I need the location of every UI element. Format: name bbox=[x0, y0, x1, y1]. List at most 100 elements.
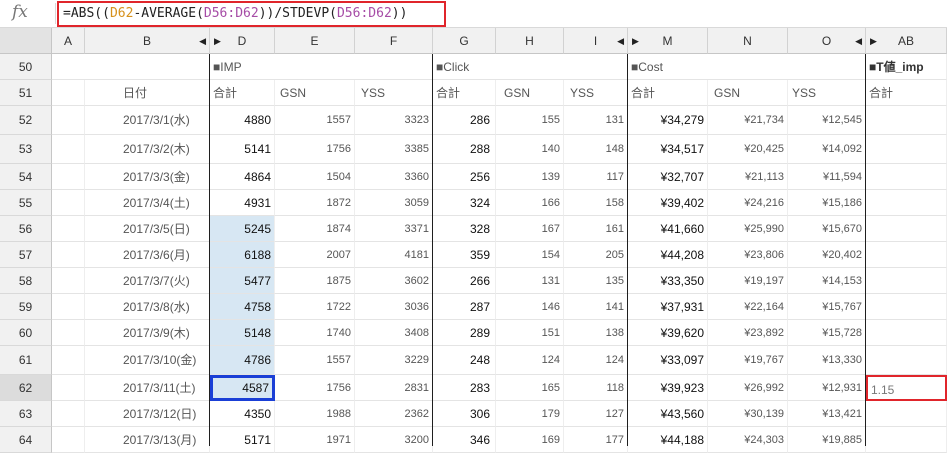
cost-gsn-cell[interactable]: ¥25,990 bbox=[708, 216, 788, 242]
click-gsn-cell[interactable]: 139 bbox=[496, 164, 564, 190]
row-header-60[interactable]: 60 bbox=[0, 320, 52, 346]
subheader-cost-gsn[interactable]: GSN bbox=[708, 80, 788, 106]
click-total-cell[interactable]: 248 bbox=[433, 346, 496, 375]
click-yss-cell[interactable]: 118 bbox=[564, 375, 628, 401]
cost-gsn-cell[interactable]: ¥24,216 bbox=[708, 190, 788, 216]
cost-total-cell[interactable]: ¥44,208 bbox=[628, 242, 708, 268]
imp-gsn-cell[interactable]: 1988 bbox=[275, 401, 355, 427]
imp-total-cell[interactable]: 4587 bbox=[210, 375, 275, 401]
click-total-cell[interactable]: 306 bbox=[433, 401, 496, 427]
subheader-imp-total[interactable]: 合計 bbox=[210, 80, 275, 106]
date-cell[interactable]: 2017/3/1(水) bbox=[85, 106, 210, 135]
t-value-cell[interactable]: 1.15 bbox=[866, 375, 947, 401]
t-value-cell[interactable] bbox=[866, 427, 947, 453]
imp-total-cell[interactable]: 4350 bbox=[210, 401, 275, 427]
cost-total-cell[interactable]: ¥34,279 bbox=[628, 106, 708, 135]
row-header-61[interactable]: 61 bbox=[0, 346, 52, 375]
section-label-t-imp[interactable]: ■T値_imp bbox=[866, 54, 947, 80]
click-gsn-cell[interactable]: 124 bbox=[496, 346, 564, 375]
click-gsn-cell[interactable]: 179 bbox=[496, 401, 564, 427]
imp-gsn-cell[interactable]: 1557 bbox=[275, 106, 355, 135]
expand-right-arrow-icon[interactable]: ◀ bbox=[199, 28, 206, 54]
row-header-50[interactable]: 50 bbox=[0, 54, 52, 80]
cost-yss-cell[interactable]: ¥12,545 bbox=[788, 106, 866, 135]
cell-a56[interactable] bbox=[52, 216, 85, 242]
cost-gsn-cell[interactable]: ¥23,806 bbox=[708, 242, 788, 268]
section-label-imp[interactable]: ■IMP bbox=[210, 54, 433, 80]
imp-total-cell[interactable]: 5141 bbox=[210, 135, 275, 164]
row-header-63[interactable]: 63 bbox=[0, 401, 52, 427]
cell-a63[interactable] bbox=[52, 401, 85, 427]
cell-a59[interactable] bbox=[52, 294, 85, 320]
cost-yss-cell[interactable]: ¥20,402 bbox=[788, 242, 866, 268]
cell-a53[interactable] bbox=[52, 135, 85, 164]
imp-yss-cell[interactable]: 3229 bbox=[355, 346, 433, 375]
click-total-cell[interactable]: 289 bbox=[433, 320, 496, 346]
imp-total-cell[interactable]: 5171 bbox=[210, 427, 275, 453]
cost-total-cell[interactable]: ¥41,660 bbox=[628, 216, 708, 242]
col-header-b[interactable]: B ◀ bbox=[85, 28, 210, 54]
cost-total-cell[interactable]: ¥39,620 bbox=[628, 320, 708, 346]
click-yss-cell[interactable]: 158 bbox=[564, 190, 628, 216]
cost-gsn-cell[interactable]: ¥21,113 bbox=[708, 164, 788, 190]
cost-total-cell[interactable]: ¥44,188 bbox=[628, 427, 708, 453]
imp-total-cell[interactable]: 4758 bbox=[210, 294, 275, 320]
date-cell[interactable]: 2017/3/12(日) bbox=[85, 401, 210, 427]
cost-gsn-cell[interactable]: ¥23,892 bbox=[708, 320, 788, 346]
click-yss-cell[interactable]: 177 bbox=[564, 427, 628, 453]
imp-gsn-cell[interactable]: 1875 bbox=[275, 268, 355, 294]
imp-gsn-cell[interactable]: 1971 bbox=[275, 427, 355, 453]
imp-total-cell[interactable]: 5477 bbox=[210, 268, 275, 294]
t-value-cell[interactable] bbox=[866, 401, 947, 427]
date-cell[interactable]: 2017/3/11(土) bbox=[85, 375, 210, 401]
click-total-cell[interactable]: 328 bbox=[433, 216, 496, 242]
date-cell[interactable]: 2017/3/2(木) bbox=[85, 135, 210, 164]
cost-total-cell[interactable]: ¥39,402 bbox=[628, 190, 708, 216]
imp-gsn-cell[interactable]: 1504 bbox=[275, 164, 355, 190]
imp-gsn-cell[interactable]: 1874 bbox=[275, 216, 355, 242]
click-total-cell[interactable]: 287 bbox=[433, 294, 496, 320]
click-total-cell[interactable]: 286 bbox=[433, 106, 496, 135]
cost-gsn-cell[interactable]: ¥19,767 bbox=[708, 346, 788, 375]
cell-a62[interactable] bbox=[52, 375, 85, 401]
imp-yss-cell[interactable]: 2362 bbox=[355, 401, 433, 427]
cost-yss-cell[interactable]: ¥11,594 bbox=[788, 164, 866, 190]
col-header-g[interactable]: G bbox=[433, 28, 496, 54]
imp-gsn-cell[interactable]: 1557 bbox=[275, 346, 355, 375]
imp-yss-cell[interactable]: 3385 bbox=[355, 135, 433, 164]
col-header-h[interactable]: H bbox=[496, 28, 564, 54]
subheader-imp-yss[interactable]: YSS bbox=[355, 80, 433, 106]
imp-yss-cell[interactable]: 3602 bbox=[355, 268, 433, 294]
imp-gsn-cell[interactable]: 1872 bbox=[275, 190, 355, 216]
t-value-cell[interactable] bbox=[866, 190, 947, 216]
click-total-cell[interactable]: 256 bbox=[433, 164, 496, 190]
cost-total-cell[interactable]: ¥33,350 bbox=[628, 268, 708, 294]
col-header-m[interactable]: M ▶ bbox=[628, 28, 708, 54]
subheader-click-gsn[interactable]: GSN bbox=[496, 80, 564, 106]
cost-yss-cell[interactable]: ¥15,670 bbox=[788, 216, 866, 242]
click-gsn-cell[interactable]: 169 bbox=[496, 427, 564, 453]
imp-total-cell[interactable]: 5148 bbox=[210, 320, 275, 346]
cost-gsn-cell[interactable]: ¥22,164 bbox=[708, 294, 788, 320]
date-cell[interactable]: 2017/3/10(金) bbox=[85, 346, 210, 375]
imp-total-cell[interactable]: 4786 bbox=[210, 346, 275, 375]
t-value-cell[interactable] bbox=[866, 294, 947, 320]
cell-a64[interactable] bbox=[52, 427, 85, 453]
col-header-e[interactable]: E bbox=[275, 28, 355, 54]
click-gsn-cell[interactable]: 165 bbox=[496, 375, 564, 401]
click-yss-cell[interactable]: 138 bbox=[564, 320, 628, 346]
imp-yss-cell[interactable]: 4181 bbox=[355, 242, 433, 268]
click-gsn-cell[interactable]: 131 bbox=[496, 268, 564, 294]
cell-a55[interactable] bbox=[52, 190, 85, 216]
t-value-cell[interactable] bbox=[866, 164, 947, 190]
row-header-53[interactable]: 53 bbox=[0, 135, 52, 164]
cost-total-cell[interactable]: ¥37,931 bbox=[628, 294, 708, 320]
click-yss-cell[interactable]: 127 bbox=[564, 401, 628, 427]
click-gsn-cell[interactable]: 151 bbox=[496, 320, 564, 346]
click-yss-cell[interactable]: 141 bbox=[564, 294, 628, 320]
cell-a60[interactable] bbox=[52, 320, 85, 346]
col-header-f[interactable]: F bbox=[355, 28, 433, 54]
click-gsn-cell[interactable]: 146 bbox=[496, 294, 564, 320]
cost-total-cell[interactable]: ¥32,707 bbox=[628, 164, 708, 190]
imp-total-cell[interactable]: 6188 bbox=[210, 242, 275, 268]
